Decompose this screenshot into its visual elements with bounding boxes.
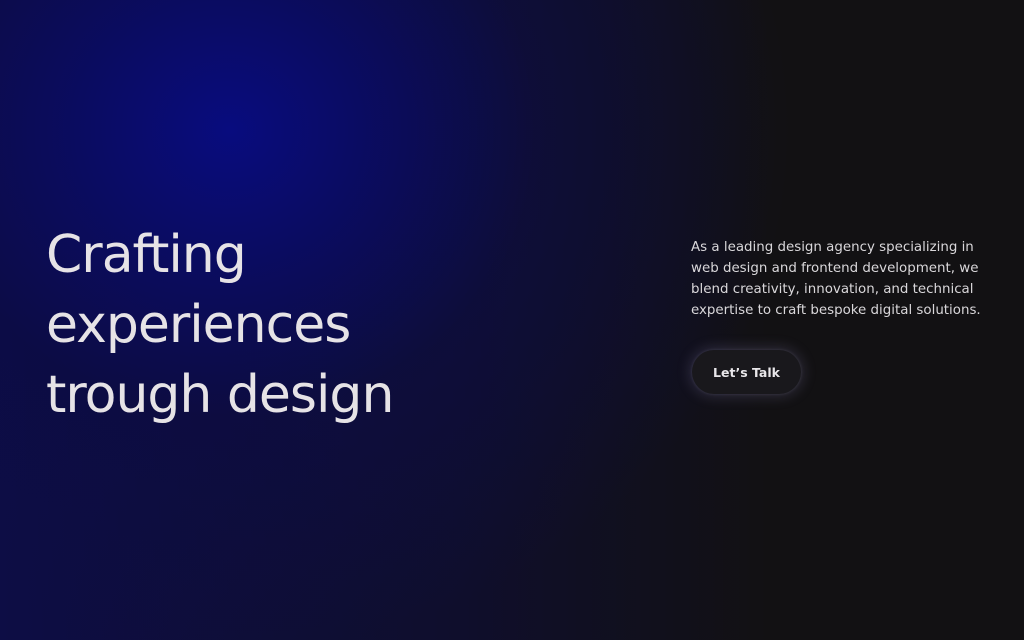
intro-paragraph: As a leading design agency specializing … xyxy=(691,240,981,318)
hero-heading-line-3: trough design xyxy=(46,365,394,425)
hero-heading: Crafting experiences trough design xyxy=(46,220,486,430)
hero-section: Crafting experiences trough design As a … xyxy=(0,0,1024,640)
hero-heading-line-1: Crafting xyxy=(46,225,247,285)
lets-talk-button[interactable]: Let’s Talk xyxy=(692,350,801,394)
hero-heading-line-2: experiences xyxy=(46,295,351,355)
